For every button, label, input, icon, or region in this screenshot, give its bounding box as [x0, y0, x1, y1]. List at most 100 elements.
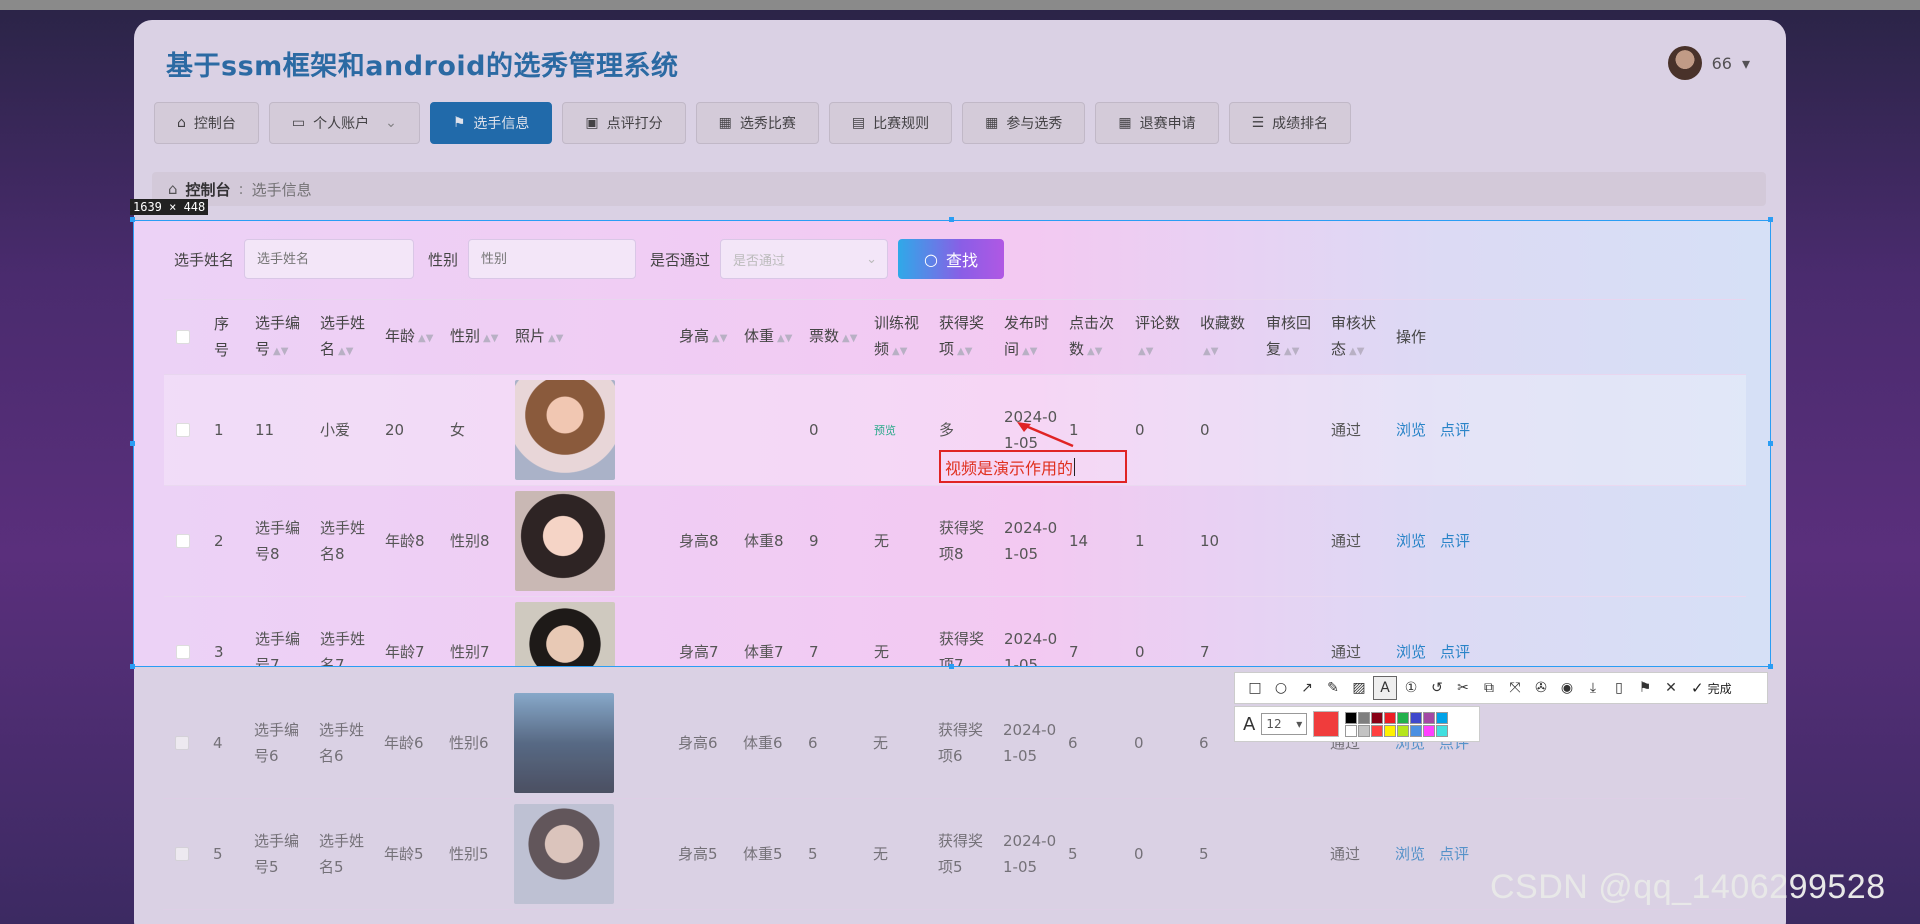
column-header[interactable]: 操作	[1386, 324, 1452, 350]
column-header[interactable]: 年龄 ▲▼	[375, 323, 440, 352]
palette-color-swatch[interactable]	[1384, 724, 1397, 737]
resize-handle[interactable]	[1768, 440, 1773, 446]
nav-item-5[interactable]: ▤ 比赛规则	[828, 102, 953, 144]
tool-16-icon[interactable]: ✕	[1659, 676, 1683, 700]
view-link[interactable]: 浏览	[1396, 421, 1426, 439]
annotation-text-box[interactable]: 视频是演示作用的	[939, 450, 1127, 483]
tool-7-icon[interactable]: ↺	[1425, 676, 1449, 700]
sort-icon[interactable]: ▲▼	[548, 333, 563, 344]
nav-item-4[interactable]: ▦ 选秀比赛	[695, 102, 819, 144]
tool-3-icon[interactable]: ✎	[1321, 676, 1345, 700]
nav-item-3[interactable]: ▣ 点评打分	[562, 102, 686, 144]
palette-color-swatch[interactable]	[1371, 711, 1384, 724]
contestant-photo[interactable]	[514, 693, 614, 793]
column-header[interactable]: 照片 ▲▼	[505, 323, 669, 352]
palette-color-swatch[interactable]	[1358, 711, 1371, 724]
palette-color-swatch[interactable]	[1371, 724, 1384, 737]
column-header[interactable]: 票数 ▲▼	[799, 323, 864, 352]
resize-handle[interactable]	[1768, 664, 1773, 669]
comment-link[interactable]: 点评	[1440, 532, 1470, 550]
user-menu[interactable]: 66 ▾	[1667, 46, 1750, 80]
resize-handle[interactable]	[130, 217, 135, 222]
comment-link[interactable]: 点评	[1440, 421, 1470, 439]
sort-icon[interactable]: ▲▼	[418, 333, 433, 344]
tool-6-icon[interactable]: ①	[1399, 676, 1423, 700]
capture-selection[interactable]: 选手姓名 性别 是否通过 是否通过 ⌄ ○ 查找 序号选手编号▲▼选手姓名▲▼年…	[133, 220, 1771, 667]
column-header[interactable]: 训练视频 ▲▼	[864, 310, 929, 365]
sort-icon[interactable]: ▲▼	[712, 333, 727, 344]
sort-icon[interactable]: ▲▼	[273, 346, 288, 357]
nav-item-1[interactable]: ▭ 个人账户 ⌄	[268, 102, 420, 144]
tool-4-icon[interactable]: ▨	[1347, 676, 1371, 700]
tool-13-icon[interactable]: ⤓	[1581, 676, 1605, 700]
resize-handle[interactable]	[130, 440, 135, 446]
tool-0-icon[interactable]: □	[1243, 676, 1267, 700]
current-color-swatch[interactable]	[1313, 711, 1340, 737]
tool-9-icon[interactable]: ⧉	[1477, 676, 1501, 700]
sort-icon[interactable]: ▲▼	[957, 346, 972, 357]
font-size-select[interactable]: 12 ▾	[1261, 713, 1308, 735]
row-checkbox[interactable]	[176, 645, 190, 659]
tool-5-icon[interactable]: A	[1373, 676, 1397, 700]
column-header[interactable]: 选手编号 ▲▼	[245, 310, 310, 365]
column-header[interactable]: 点击次数 ▲▼	[1059, 310, 1125, 365]
resize-handle[interactable]	[949, 217, 954, 222]
sort-icon[interactable]: ▲▼	[1284, 346, 1299, 357]
contestant-photo[interactable]	[515, 602, 615, 666]
column-header[interactable]: 审核回复 ▲▼	[1256, 310, 1321, 365]
sort-icon[interactable]: ▲▼	[483, 333, 498, 344]
comment-link[interactable]: 点评	[1440, 643, 1470, 661]
view-link[interactable]: 浏览	[1395, 845, 1425, 863]
sort-icon[interactable]: ▲▼	[1349, 346, 1364, 357]
sort-icon[interactable]: ▲▼	[842, 333, 857, 344]
palette-color-swatch[interactable]	[1423, 711, 1436, 724]
nav-item-7[interactable]: ▦ 退赛申请	[1095, 102, 1219, 144]
tool-15-icon[interactable]: ⚑	[1633, 676, 1657, 700]
pass-select[interactable]: 是否通过 ⌄	[720, 239, 889, 279]
column-header[interactable]: 审核状态 ▲▼	[1321, 310, 1386, 365]
video-preview-link[interactable]: 预览	[874, 424, 896, 437]
palette-color-swatch[interactable]	[1397, 711, 1410, 724]
palette-color-swatch[interactable]	[1384, 711, 1397, 724]
sort-icon[interactable]: ▲▼	[1022, 346, 1037, 357]
contestant-photo[interactable]	[515, 491, 615, 591]
tool-2-icon[interactable]: ↗	[1295, 676, 1319, 700]
select-all-checkbox[interactable]	[176, 330, 190, 344]
nav-item-0[interactable]: ⌂ 控制台	[154, 102, 259, 144]
palette-color-swatch[interactable]	[1410, 711, 1423, 724]
palette-color-swatch[interactable]	[1436, 724, 1449, 737]
view-link[interactable]: 浏览	[1396, 532, 1426, 550]
contestant-photo[interactable]	[515, 380, 615, 480]
palette-color-swatch[interactable]	[1345, 711, 1358, 724]
nav-item-2[interactable]: ⚑ 选手信息	[429, 102, 553, 144]
tool-12-icon[interactable]: ◉	[1555, 676, 1579, 700]
nav-item-6[interactable]: ▦ 参与选秀	[962, 102, 1086, 144]
tool-1-icon[interactable]: ○	[1269, 676, 1293, 700]
tool-10-icon[interactable]: ⤧	[1503, 676, 1527, 700]
comment-link[interactable]: 点评	[1439, 845, 1469, 863]
row-checkbox[interactable]	[175, 736, 189, 750]
column-header[interactable]: 性别 ▲▼	[440, 323, 505, 352]
tool-14-icon[interactable]: ▯	[1607, 676, 1631, 700]
sort-icon[interactable]: ▲▼	[1138, 346, 1153, 357]
resize-handle[interactable]	[1768, 217, 1773, 222]
palette-color-swatch[interactable]	[1345, 724, 1358, 737]
contestant-photo[interactable]	[514, 804, 614, 904]
sort-icon[interactable]: ▲▼	[1087, 346, 1102, 357]
done-button[interactable]: ✓ 完成	[1691, 679, 1732, 697]
tool-8-icon[interactable]: ✂	[1451, 676, 1475, 700]
breadcrumb-home[interactable]: 控制台	[186, 179, 231, 200]
find-button[interactable]: ○ 查找	[898, 239, 1005, 279]
column-header[interactable]: 体重 ▲▼	[734, 323, 799, 352]
resize-handle[interactable]	[130, 664, 135, 669]
nav-item-8[interactable]: ☰ 成绩排名	[1228, 102, 1352, 144]
sort-icon[interactable]: ▲▼	[777, 333, 792, 344]
sort-icon[interactable]: ▲▼	[1203, 346, 1218, 357]
row-checkbox[interactable]	[175, 847, 189, 861]
palette-color-swatch[interactable]	[1397, 724, 1410, 737]
column-header[interactable]: 发布时间 ▲▼	[994, 310, 1059, 365]
column-header[interactable]: 收藏数 ▲▼	[1190, 310, 1256, 365]
row-checkbox[interactable]	[176, 423, 190, 437]
palette-color-swatch[interactable]	[1436, 711, 1449, 724]
name-input[interactable]	[244, 239, 415, 279]
